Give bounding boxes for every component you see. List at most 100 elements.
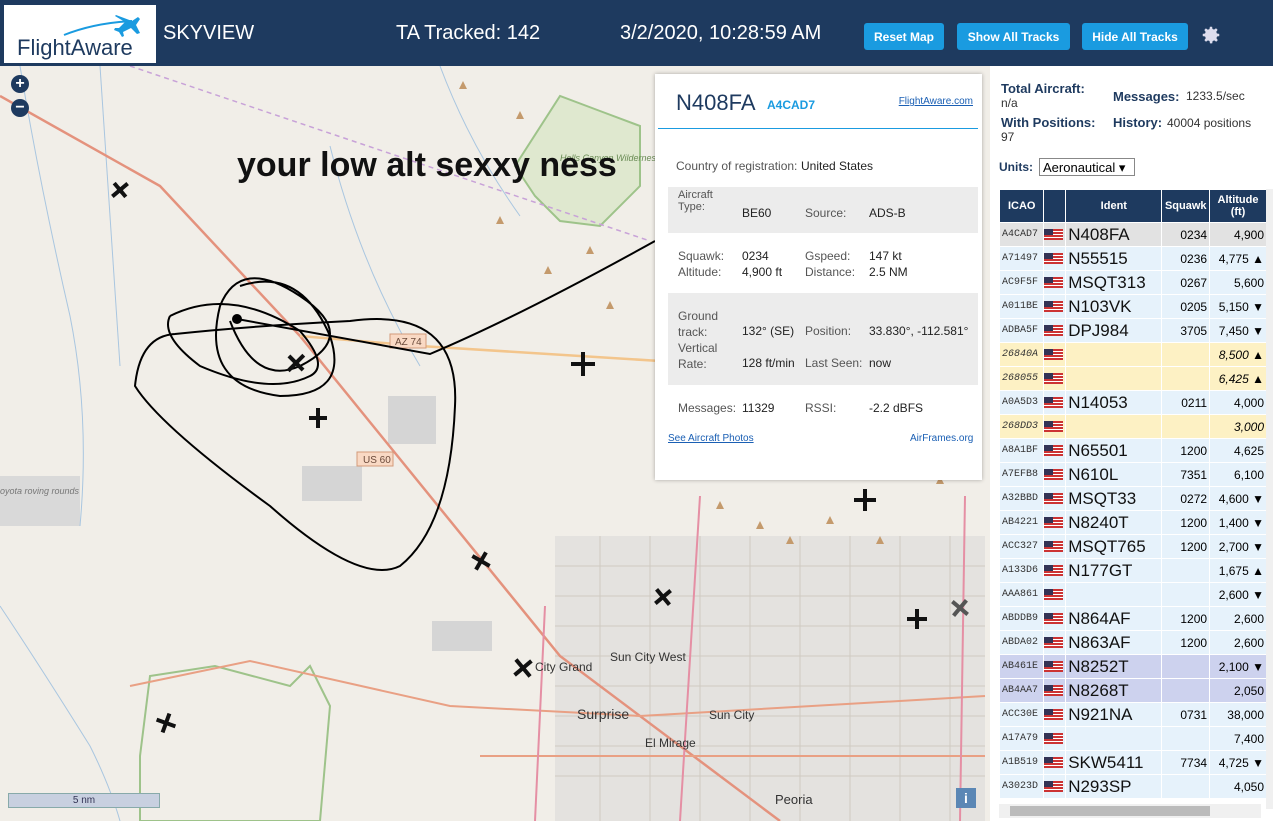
icao-cell: 26840A — [1000, 343, 1044, 366]
table-row[interactable]: A4CAD7 N408FA 0234 4,900 — [1000, 223, 1266, 246]
aircraft-photos-link[interactable]: See Aircraft Photos — [668, 433, 754, 444]
squawk-cell — [1162, 679, 1210, 702]
altitude-cell: 4,900 — [1210, 223, 1266, 246]
airframes-link[interactable]: AirFrames.org — [910, 433, 973, 444]
altitude-cell: 4,725 ▼ — [1210, 751, 1266, 774]
squawk-cell — [1162, 343, 1210, 366]
col-ident[interactable]: Ident — [1066, 190, 1162, 222]
icao-cell: AAA861 — [1000, 583, 1044, 606]
table-row[interactable]: AB4221 N8240T 1200 1,400 ▼ — [1000, 511, 1266, 534]
table-row[interactable]: 26840A 8,500 ▲ — [1000, 343, 1266, 366]
icao-cell: AC9F5F — [1000, 271, 1044, 294]
zoom-in-button[interactable]: + — [11, 75, 29, 93]
table-row[interactable]: A32BBD MSQT33 0272 4,600 ▼ — [1000, 487, 1266, 510]
altitude-cell: 7,400 — [1210, 727, 1266, 750]
icao-cell: A011BE — [1000, 295, 1044, 318]
us-flag-icon — [1044, 301, 1064, 312]
table-row[interactable]: ACC327 MSQT765 1200 2,700 ▼ — [1000, 535, 1266, 558]
app-title: SKYVIEW — [163, 22, 255, 44]
squawk-value: 0234 — [742, 249, 769, 263]
messages-rate-value: 1233.5/sec — [1186, 89, 1245, 103]
map-label-city-grand: City Grand — [535, 660, 592, 674]
show-all-tracks-button[interactable]: Show All Tracks — [957, 23, 1070, 50]
source-value: ADS-B — [869, 206, 906, 220]
top-bar: FlightAware SKYVIEW TA Tracked: 142 3/2/… — [0, 0, 1273, 66]
us-flag-icon — [1044, 277, 1064, 288]
table-row[interactable]: ABDA02 N863AF 1200 2,600 — [1000, 631, 1266, 654]
flag-icon — [1044, 295, 1066, 318]
squawk-cell: 1200 — [1162, 631, 1210, 654]
icao-cell: AB461E — [1000, 655, 1044, 678]
ident-cell — [1066, 367, 1162, 390]
table-row[interactable]: A1B519 SKW5411 7734 4,725 ▼ — [1000, 751, 1266, 774]
ident-cell: N65501 — [1066, 439, 1162, 462]
popup-registration: N408FA — [676, 90, 756, 115]
altitude-cell: 2,600 — [1210, 631, 1266, 654]
table-row[interactable]: A7EFB8 N610L 7351 6,100 — [1000, 463, 1266, 486]
us-flag-icon — [1044, 733, 1064, 744]
units-select[interactable]: Aeronautical ▾ — [1039, 158, 1135, 176]
table-row[interactable]: 268DD3 3,000 — [1000, 415, 1266, 438]
squawk-cell — [1162, 559, 1210, 582]
ident-cell: N921NA — [1066, 703, 1162, 726]
table-row[interactable]: A17A79 7,400 — [1000, 727, 1266, 750]
col-icao[interactable]: ICAO — [1000, 190, 1044, 222]
flag-icon — [1044, 583, 1066, 606]
map-label-proving-grounds: oyota roving rounds — [0, 486, 80, 496]
map-label-sun-city-west: Sun City West — [610, 650, 686, 664]
distance-label: Distance: — [805, 265, 856, 279]
table-row[interactable]: AAA861 2,600 ▼ — [1000, 583, 1266, 606]
us-flag-icon — [1044, 373, 1064, 384]
vertical-scrollbar[interactable] — [1266, 189, 1273, 809]
table-row[interactable]: A133D6 N177GT 1,675 ▲ — [1000, 559, 1266, 582]
flightaware-logo[interactable]: FlightAware — [4, 5, 156, 63]
gspeed-label: Gspeed: — [805, 249, 851, 263]
rssi-value: -2.2 dBFS — [869, 401, 924, 415]
map-label-el-mirage: El Mirage — [645, 736, 696, 750]
scrollbar-thumb[interactable] — [1010, 806, 1210, 816]
squawk-cell — [1162, 583, 1210, 606]
table-row[interactable]: ADBA5F DPJ984 3705 7,450 ▼ — [1000, 319, 1266, 342]
icao-cell: A3023D — [1000, 775, 1044, 798]
ident-cell: N864AF — [1066, 607, 1162, 630]
flag-icon — [1044, 679, 1066, 702]
table-row[interactable]: A3023D N293SP 4,050 — [1000, 775, 1266, 798]
ident-cell: N610L — [1066, 463, 1162, 486]
messages-value: 11329 — [742, 401, 775, 415]
table-row[interactable]: AB461E N8252T 2,100 ▼ — [1000, 655, 1266, 678]
rssi-label: RSSI: — [805, 401, 837, 415]
ident-cell: N8268T — [1066, 679, 1162, 702]
table-row[interactable]: A8A1BF N65501 1200 4,625 — [1000, 439, 1266, 462]
squawk-cell: 0731 — [1162, 703, 1210, 726]
flightaware-link[interactable]: FlightAware.com — [899, 96, 973, 107]
altitude-cell: 6,100 — [1210, 463, 1266, 486]
table-row[interactable]: AB4AA7 N8268T 2,050 — [1000, 679, 1266, 702]
flag-icon — [1044, 751, 1066, 774]
altitude-cell: 1,675 ▲ — [1210, 559, 1266, 582]
altitude-cell: 2,700 ▼ — [1210, 535, 1266, 558]
col-flag[interactable] — [1044, 190, 1066, 222]
position-value: 33.830°, -112.581° — [869, 324, 969, 338]
col-squawk[interactable]: Squawk — [1162, 190, 1210, 222]
table-row[interactable]: AC9F5F MSQT313 0267 5,600 — [1000, 271, 1266, 294]
table-row[interactable]: 268055 6,425 ▲ — [1000, 367, 1266, 390]
reset-map-button[interactable]: Reset Map — [864, 23, 944, 50]
icao-cell: A0A5D3 — [1000, 391, 1044, 414]
gear-icon[interactable] — [1200, 24, 1222, 46]
table-row[interactable]: A011BE N103VK 0205 5,150 ▼ — [1000, 295, 1266, 318]
ident-cell: DPJ984 — [1066, 319, 1162, 342]
hide-all-tracks-button[interactable]: Hide All Tracks — [1082, 23, 1188, 50]
table-row[interactable]: A71497 N55515 0236 4,775 ▲ — [1000, 247, 1266, 270]
map-info-button[interactable]: i — [956, 788, 976, 808]
icao-cell: AB4221 — [1000, 511, 1044, 534]
messages-rate-label: Messages: — [1113, 89, 1180, 104]
vertical-rate-value: 128 ft/min — [742, 356, 795, 370]
total-aircraft-value: n/a — [1001, 96, 1018, 110]
us-flag-icon — [1044, 397, 1064, 408]
col-altitude[interactable]: Altitude (ft) — [1210, 190, 1266, 222]
table-row[interactable]: ABDDB9 N864AF 1200 2,600 — [1000, 607, 1266, 630]
table-row[interactable]: ACC30E N921NA 0731 38,000 — [1000, 703, 1266, 726]
zoom-out-button[interactable]: − — [11, 99, 29, 117]
table-row[interactable]: A0A5D3 N14053 0211 4,000 — [1000, 391, 1266, 414]
altitude-cell: 1,400 ▼ — [1210, 511, 1266, 534]
